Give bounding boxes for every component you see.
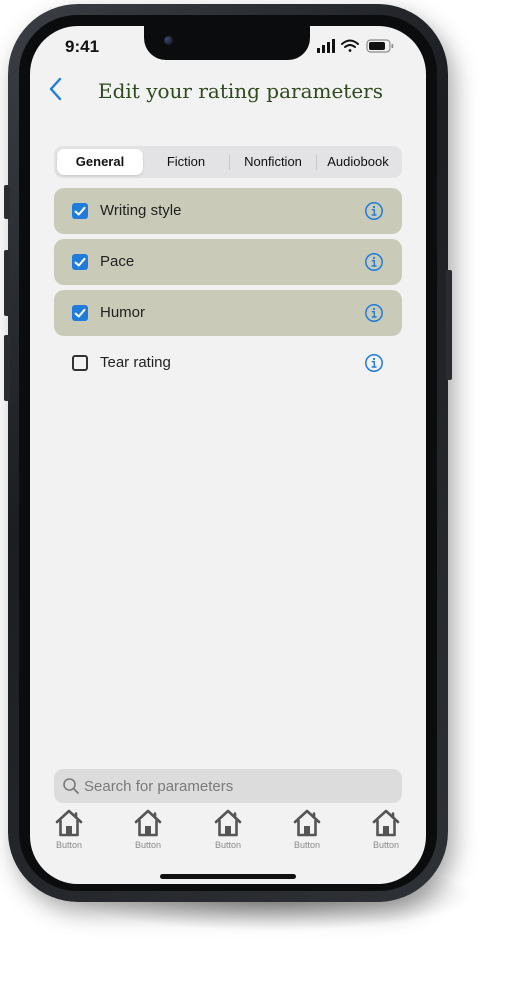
search-field[interactable]: Search for parameters bbox=[54, 769, 402, 803]
tab-bar-label: Button bbox=[214, 840, 242, 850]
parameter-label: Pace bbox=[100, 253, 135, 270]
page-title: Edit your rating parameters bbox=[98, 79, 383, 103]
parameter-label: Humor bbox=[100, 304, 146, 321]
tab-bar-button-1[interactable]: Button bbox=[39, 808, 99, 856]
cellular-signal-icon bbox=[317, 39, 335, 53]
camera bbox=[164, 36, 173, 45]
parameter-row-pace[interactable]: Pace bbox=[54, 239, 402, 285]
wifi-icon bbox=[341, 39, 359, 52]
tab-bar-label: Button bbox=[293, 840, 321, 850]
info-icon[interactable] bbox=[364, 303, 384, 323]
tab-audiobook[interactable]: Audiobook bbox=[317, 149, 399, 175]
info-icon[interactable] bbox=[364, 353, 384, 373]
tab-bar-label: Button bbox=[134, 840, 162, 850]
parameter-label: Tear rating bbox=[100, 354, 171, 371]
parameter-row-humor[interactable]: Humor bbox=[54, 290, 402, 336]
home-icon bbox=[214, 809, 242, 837]
tab-bar: Button Button Button Button Button bbox=[30, 808, 426, 858]
app-screen: 9:41 Edit your rating parameters General… bbox=[30, 26, 426, 884]
status-time: 9:41 bbox=[65, 37, 100, 56]
search-icon bbox=[63, 778, 79, 794]
home-icon bbox=[55, 809, 83, 837]
home-icon bbox=[134, 809, 162, 837]
home-icon bbox=[372, 809, 400, 837]
tab-bar-label: Button bbox=[372, 840, 400, 850]
tab-bar-button-2[interactable]: Button bbox=[118, 808, 178, 856]
search-placeholder: Search for parameters bbox=[84, 778, 234, 795]
tab-bar-button-5[interactable]: Button bbox=[356, 808, 416, 856]
parameter-label: Writing style bbox=[100, 202, 182, 219]
tab-bar-button-4[interactable]: Button bbox=[277, 808, 337, 856]
checkbox-checked-icon[interactable] bbox=[72, 203, 88, 219]
volume-down-button bbox=[4, 335, 10, 401]
info-icon[interactable] bbox=[364, 201, 384, 221]
category-segmented-control: General Fiction Nonfiction Audiobook bbox=[54, 146, 402, 178]
parameter-row-writing-style[interactable]: Writing style bbox=[54, 188, 402, 234]
power-button bbox=[446, 270, 452, 380]
checkbox-checked-icon[interactable] bbox=[72, 254, 88, 270]
home-indicator bbox=[160, 874, 296, 879]
tab-fiction[interactable]: Fiction bbox=[143, 149, 229, 175]
back-chevron-icon[interactable] bbox=[46, 76, 66, 102]
tab-bar-label: Button bbox=[55, 840, 83, 850]
checkbox-unchecked-icon[interactable] bbox=[72, 355, 88, 371]
mute-switch bbox=[4, 185, 10, 219]
tab-bar-button-3[interactable]: Button bbox=[198, 808, 258, 856]
battery-icon bbox=[366, 39, 394, 53]
status-icons bbox=[317, 39, 394, 53]
volume-up-button bbox=[4, 250, 10, 316]
info-icon[interactable] bbox=[364, 252, 384, 272]
parameter-row-tear-rating[interactable]: Tear rating bbox=[54, 340, 402, 386]
tab-general[interactable]: General bbox=[57, 149, 143, 175]
tab-nonfiction[interactable]: Nonfiction bbox=[230, 149, 316, 175]
home-icon bbox=[293, 809, 321, 837]
checkbox-checked-icon[interactable] bbox=[72, 305, 88, 321]
